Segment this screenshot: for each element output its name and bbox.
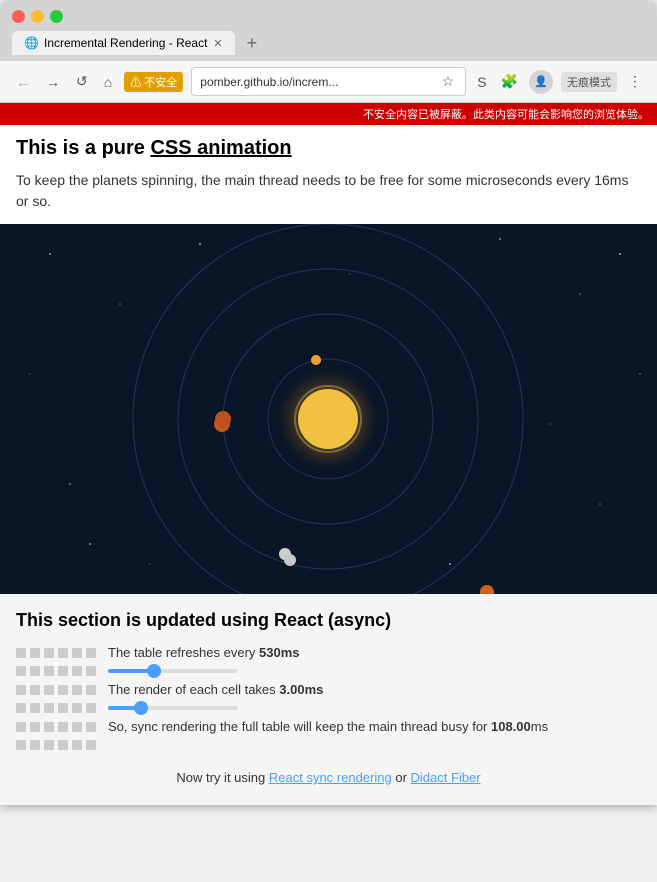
incognito-badge: 无痕模式 <box>561 72 617 92</box>
new-tab-button[interactable]: + <box>241 33 264 54</box>
title-bar <box>0 0 657 31</box>
refresh-label: The table refreshes every 530ms <box>108 645 300 660</box>
maximize-button[interactable] <box>50 10 63 23</box>
cell-5-3 <box>44 722 54 732</box>
cell-1-4 <box>58 648 68 658</box>
slider1-thumb <box>147 664 161 678</box>
refresh-slider[interactable] <box>108 669 238 673</box>
css-animation-link[interactable]: CSS animation <box>150 137 291 159</box>
cell-1-5 <box>72 648 82 658</box>
cell-3-4 <box>58 685 68 695</box>
section-title: This section is updated using React (asy… <box>16 610 641 631</box>
cell-5-2 <box>30 722 40 732</box>
render-slider[interactable] <box>108 706 238 710</box>
sync-value: 108.00 <box>491 719 531 734</box>
cell-3-2 <box>30 685 40 695</box>
sync-row: So, sync rendering the full table will k… <box>16 719 641 734</box>
cell-5-6 <box>86 722 96 732</box>
slider2-thumb <box>134 701 148 715</box>
browser-window: 🌐 Incremental Rendering - React ✕ + ← → … <box>0 0 657 805</box>
cell-3-5 <box>72 685 82 695</box>
cell-2-3 <box>44 666 54 676</box>
page-content-top: This is a pure CSS animation To keep the… <box>0 125 657 224</box>
close-button[interactable] <box>12 10 25 23</box>
cell-4-4 <box>58 703 68 713</box>
links-row: Now try it using React sync rendering or… <box>16 770 641 785</box>
cell-grid-4 <box>16 703 98 713</box>
cell-2-2 <box>30 666 40 676</box>
cell-1-6 <box>86 648 96 658</box>
page-description: To keep the planets spinning, the main t… <box>16 170 641 212</box>
cell-6-2 <box>30 740 40 750</box>
forward-button[interactable]: → <box>42 72 64 92</box>
cell-3-3 <box>44 685 54 695</box>
render-value: 3.00ms <box>279 682 323 697</box>
cell-grid-5 <box>16 722 98 732</box>
minimize-button[interactable] <box>31 10 44 23</box>
browser-menu-button[interactable]: ⋮ <box>625 71 645 92</box>
back-button[interactable]: ← <box>12 72 34 92</box>
cell-2-6 <box>86 666 96 676</box>
cell-5-5 <box>72 722 82 732</box>
cell-4-5 <box>72 703 82 713</box>
cell-4-2 <box>30 703 40 713</box>
cell-2-1 <box>16 666 26 676</box>
react-sync-link[interactable]: React sync rendering <box>269 770 392 785</box>
cell-6-1 <box>16 740 26 750</box>
security-warning-badge[interactable]: ⚠ 不安全 <box>124 72 183 92</box>
cell-3-1 <box>16 685 26 695</box>
tab-favicon-icon: 🌐 <box>24 36 38 50</box>
refresh-value: 530ms <box>259 645 300 660</box>
cell-grid-1 <box>16 648 98 658</box>
tab-title: Incremental Rendering - React <box>44 36 207 50</box>
cell-6-3 <box>44 740 54 750</box>
cell-5-1 <box>16 722 26 732</box>
url-bar[interactable]: pomber.github.io/increm... ☆ <box>191 67 466 96</box>
tab-close-icon[interactable]: ✕ <box>213 37 222 50</box>
cell-grid-3 <box>16 685 98 695</box>
empty-cells-row <box>16 740 641 750</box>
render-label: The render of each cell takes 3.00ms <box>108 682 323 697</box>
bookmark-icon[interactable]: ☆ <box>439 71 458 92</box>
cell-1-3 <box>44 648 54 658</box>
cell-4-3 <box>44 703 54 713</box>
page-title: This is a pure CSS animation <box>16 137 641 160</box>
cell-4-6 <box>86 703 96 713</box>
refresh-button[interactable]: ↺ <box>72 71 92 92</box>
didact-fiber-link[interactable]: Didact Fiber <box>411 770 481 785</box>
render-row: The render of each cell takes 3.00ms <box>16 682 641 697</box>
cell-2-5 <box>72 666 82 676</box>
active-tab[interactable]: 🌐 Incremental Rendering - React ✕ <box>12 31 235 55</box>
slider1-track <box>108 669 238 673</box>
traffic-lights <box>12 10 63 23</box>
sync-label: So, sync rendering the full table will k… <box>108 719 548 734</box>
cell-2-4 <box>58 666 68 676</box>
cell-6-4 <box>58 740 68 750</box>
cell-3-6 <box>86 685 96 695</box>
url-text: pomber.github.io/increm... <box>200 75 434 89</box>
slider1-row <box>16 666 641 676</box>
user-avatar[interactable]: 👤 <box>529 70 553 94</box>
security-banner[interactable]: 不安全内容已被屏蔽。此类内容可能会影响您的浏览体验。 <box>0 103 657 125</box>
cell-6-5 <box>72 740 82 750</box>
scribd-extension-icon[interactable]: S <box>474 72 489 92</box>
cell-6-6 <box>86 740 96 750</box>
solar-system-animation <box>0 224 657 594</box>
cell-grid-2 <box>16 666 98 676</box>
cell-4-1 <box>16 703 26 713</box>
cell-1-2 <box>30 648 40 658</box>
extensions-icon[interactable]: 🧩 <box>498 71 521 92</box>
cell-grid-6 <box>16 740 98 750</box>
solar-svg <box>0 224 657 594</box>
home-button[interactable]: ⌂ <box>100 72 116 92</box>
cell-5-4 <box>58 722 68 732</box>
cell-1-1 <box>16 648 26 658</box>
bottom-section: This section is updated using React (asy… <box>0 594 657 805</box>
refresh-row: The table refreshes every 530ms <box>16 645 641 660</box>
slider2-row <box>16 703 641 713</box>
address-bar: ← → ↺ ⌂ ⚠ 不安全 pomber.github.io/increm...… <box>0 61 657 103</box>
tab-bar: 🌐 Incremental Rendering - React ✕ + <box>0 31 657 61</box>
slider2-track <box>108 706 238 710</box>
